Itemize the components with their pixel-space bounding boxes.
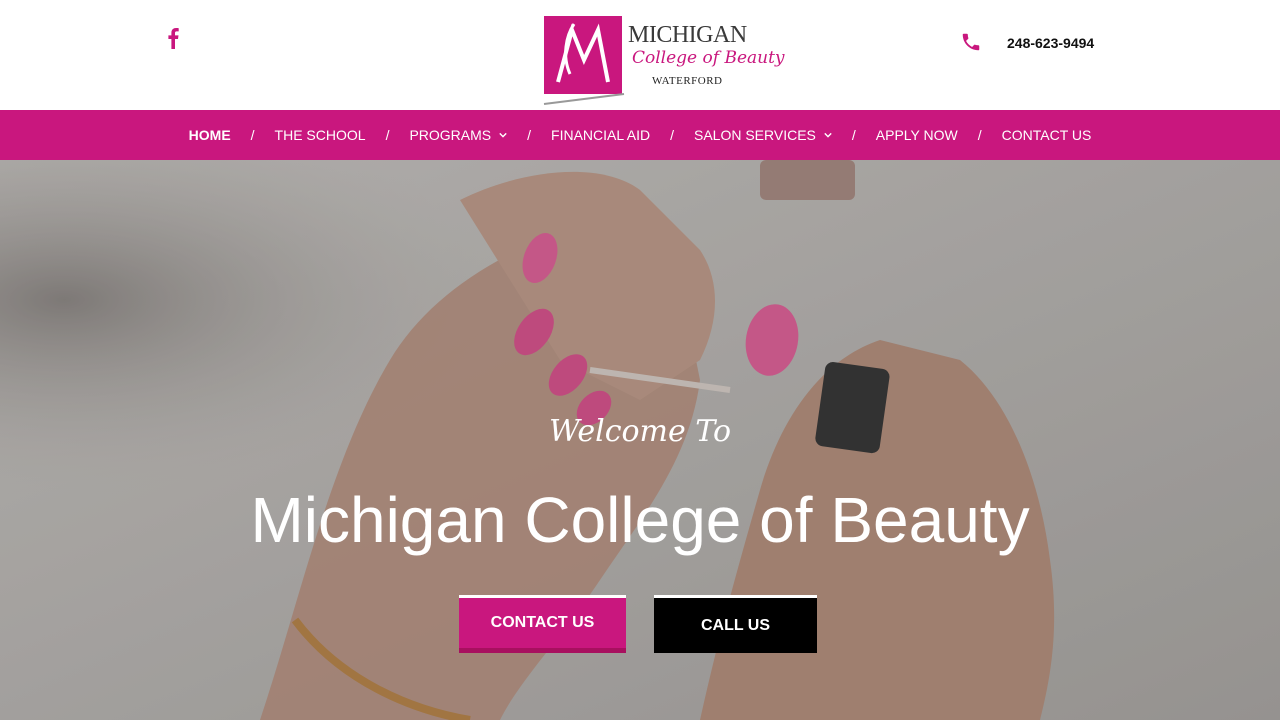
logo-text-michigan: MICHIGAN [628,22,747,48]
nav-item-financial-aid[interactable]: FINANCIAL AID [551,127,650,143]
phone-icon[interactable] [960,31,982,53]
nav-separator: / [977,127,982,143]
nav-separator: / [527,127,532,143]
nav-item-label: HOME [188,127,231,143]
nav-separator: / [250,127,255,143]
phone-number[interactable]: 248-623-9494 [1007,35,1094,51]
hero-title: Michigan College of Beauty [250,484,1030,556]
site-logo[interactable]: MICHIGAN College of Beauty WATERFORD [540,12,785,106]
nav-item-apply-now[interactable]: APPLY NOW [876,127,958,143]
nav-item-label: APPLY NOW [875,127,958,143]
nav-item-label: PROGRAMS [409,127,492,143]
chevron-down-icon [824,132,832,138]
call-us-button[interactable]: CALL US [654,595,817,653]
nav-item-label: THE SCHOOL [274,127,366,143]
nav-separator: / [670,127,674,143]
nav-item-contact-us[interactable]: CONTACT US [1002,127,1092,143]
nav-item-label: SALON SERVICES [693,127,816,143]
logo-m-icon [556,23,610,83]
logo-mark [544,16,622,94]
nav-item-home[interactable]: HOME [189,127,231,143]
facebook-icon[interactable] [166,27,180,49]
nav-separator: / [851,127,856,143]
nav-list: HOME / THE SCHOOL / PROGRAMS / FINANCIAL… [0,110,1280,160]
nav-item-label: FINANCIAL AID [551,127,651,143]
contact-us-button[interactable]: CONTACT US [459,595,626,653]
logo-shadow [543,93,625,105]
logo-text-waterford: WATERFORD [652,75,723,87]
nav-separator: / [385,127,390,143]
chevron-down-icon [499,132,507,138]
hero-welcome-text: Welcome To [548,414,732,449]
site-header: MICHIGAN College of Beauty WATERFORD 248… [0,0,1280,110]
nav-item-salon-services[interactable]: SALON SERVICES [694,127,832,143]
nav-item-programs[interactable]: PROGRAMS [409,127,507,143]
hero-section: Welcome To Michigan College of Beauty CO… [0,160,1280,720]
logo-text-college: College of Beauty [632,48,785,68]
nav-item-label: CONTACT US [1001,127,1092,143]
nav-item-the-school[interactable]: THE SCHOOL [275,127,366,143]
main-nav: HOME / THE SCHOOL / PROGRAMS / FINANCIAL… [0,110,1280,160]
